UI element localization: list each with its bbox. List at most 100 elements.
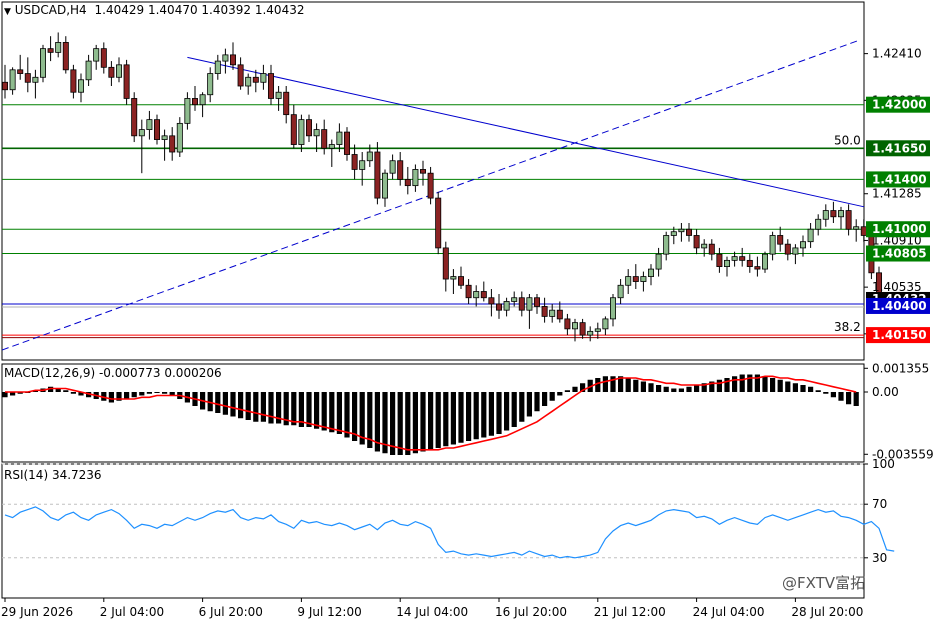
candle-body (161, 135, 168, 140)
macd-bar (344, 392, 350, 438)
candle-body (32, 76, 39, 83)
time-tick-label: 28 Jul 20:00 (791, 605, 863, 619)
macd-bar (291, 392, 297, 426)
chart-title: ▼ USDCAD,H4 1.40429 1.40470 1.40392 1.40… (4, 3, 304, 17)
macd-bar (526, 392, 532, 417)
macd-bar (656, 385, 662, 392)
macd-bar (222, 392, 228, 415)
macd-bar (154, 392, 160, 393)
candle-body (70, 69, 77, 93)
candle-body (24, 73, 31, 83)
candle-body (777, 235, 784, 245)
candle-body (78, 79, 85, 93)
candle-body (579, 322, 586, 336)
macd-bar (458, 392, 464, 443)
candle-body (830, 210, 837, 218)
candle-body (146, 119, 153, 130)
candle-body (442, 247, 449, 280)
candle-body (617, 284, 624, 299)
candle-body (366, 151, 373, 162)
macd-bar (162, 392, 168, 394)
macd-bar (466, 392, 472, 441)
macd-bar (694, 385, 700, 392)
candle-body (108, 66, 115, 78)
candle-body (564, 318, 571, 330)
macd-bar (519, 392, 525, 422)
candle-body (328, 144, 335, 149)
candle-body (351, 154, 358, 170)
macd-bar (777, 379, 783, 392)
candle-body (503, 301, 510, 311)
candle-body (670, 231, 677, 236)
candle-body (138, 129, 145, 137)
fib-label-50: 50.0 (834, 133, 861, 147)
macd-bar (853, 392, 859, 406)
candle-body (708, 243, 715, 255)
macd-bar (716, 379, 722, 392)
candle-body (397, 160, 404, 180)
macd-bar (640, 381, 646, 392)
level-tag-label: 1.41000 (872, 222, 927, 236)
candle-body (85, 60, 92, 81)
time-tick-label: 6 Jul 20:00 (199, 605, 263, 619)
candle-body (549, 309, 556, 317)
candle-body (321, 129, 328, 149)
candle-body (298, 119, 305, 145)
macd-bar (314, 392, 320, 429)
candle-body (572, 322, 579, 330)
macd-bar (823, 392, 829, 394)
candle-body (488, 297, 495, 305)
macd-bar (830, 392, 836, 398)
candle-body (260, 73, 267, 83)
macd-bar (625, 378, 631, 392)
candle-body (237, 64, 244, 87)
macd-bar (511, 392, 517, 427)
candle-body (556, 309, 563, 320)
price-tick-label: 1.41285 (872, 187, 922, 201)
candle-body (245, 76, 252, 87)
candle-body (305, 119, 312, 137)
candle-body (427, 172, 434, 199)
candle-body (412, 169, 419, 187)
candle-body (838, 210, 845, 218)
candle-body (153, 119, 160, 140)
macd-bar (633, 379, 639, 392)
candle-body (184, 98, 191, 124)
collapse-triangle-icon[interactable]: ▼ (4, 7, 11, 17)
macd-bar (678, 388, 684, 392)
candle-body (860, 226, 867, 236)
candle-body (701, 243, 708, 249)
macd-bar (671, 388, 677, 392)
macd-bar (808, 386, 814, 392)
candle-body (800, 241, 807, 249)
macd-bar (481, 392, 487, 438)
candle-body (610, 297, 617, 320)
candle-body (625, 276, 632, 286)
level-tag-label: 1.42000 (872, 98, 927, 112)
candle-body (2, 81, 8, 91)
candle-body (845, 210, 852, 230)
candle-body (754, 266, 761, 270)
price-tick-label: 1.42410 (872, 47, 922, 61)
candle-body (47, 48, 54, 53)
candle-body (762, 253, 769, 270)
macd-bar (70, 392, 76, 394)
macd-bar (488, 392, 494, 436)
macd-bar (420, 392, 426, 452)
candle-body (495, 303, 502, 311)
candle-body (214, 60, 221, 74)
watermark: @FXTV富拓 (782, 574, 866, 592)
candle-body (123, 64, 130, 99)
symbol-label: USDCAD,H4 (14, 3, 87, 17)
macd-bar (428, 392, 434, 450)
candle-body (313, 129, 320, 137)
candle-body (176, 122, 183, 153)
candle-body (807, 228, 814, 243)
candle-body (40, 48, 47, 78)
candle-body (511, 297, 518, 302)
macd-bar (686, 386, 692, 392)
candle-body (457, 276, 464, 286)
candle-body (640, 276, 647, 282)
macd-tick-label: 0.00 (872, 385, 899, 399)
macd-bar (63, 390, 69, 392)
